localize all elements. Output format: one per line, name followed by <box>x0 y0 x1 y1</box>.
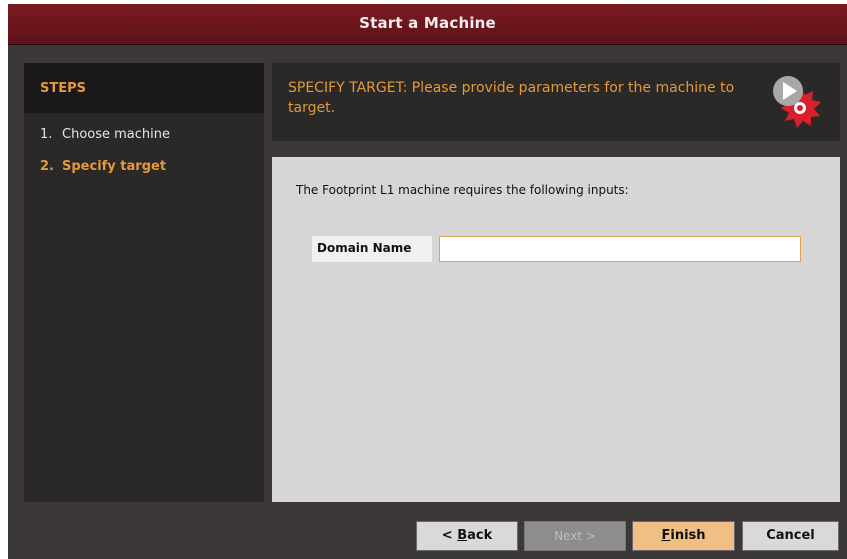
step-number: 2. <box>40 159 54 174</box>
domain-name-input[interactable] <box>439 236 801 262</box>
back-button-rest: ack <box>467 528 493 543</box>
banner-text: SPECIFY TARGET: Please provide parameter… <box>288 80 735 116</box>
step-number: 1. <box>40 127 53 142</box>
back-button[interactable]: < Back <box>416 521 518 551</box>
play-gear-logo-icon <box>770 71 822 131</box>
step-label: Specify target <box>62 159 167 174</box>
finish-button-rest: inish <box>670 528 706 543</box>
domain-name-label: Domain Name <box>312 236 432 262</box>
step-choose-machine: 1. Choose machine <box>40 127 170 142</box>
step-specify-target: 2. Specify target <box>40 159 166 174</box>
next-button[interactable]: Next > <box>524 521 626 551</box>
finish-button[interactable]: Finish <box>632 521 735 551</box>
steps-title: STEPS <box>40 81 87 96</box>
content-panel: The Footprint L1 machine requires the fo… <box>272 157 840 502</box>
inputs-intro: The Footprint L1 machine requires the fo… <box>296 183 629 197</box>
dialog-title: Start a Machine <box>359 14 496 32</box>
button-bar: < Back Next > Finish Cancel <box>8 511 847 559</box>
back-button-prefix: < <box>441 528 458 543</box>
steps-header: STEPS <box>24 63 264 113</box>
start-machine-dialog: Start a Machine STEPS 1. Choose machine 2… <box>8 4 847 559</box>
step-banner: SPECIFY TARGET: Please provide parameter… <box>272 63 840 141</box>
back-button-mnemonic: B <box>457 528 468 543</box>
cancel-button[interactable]: Cancel <box>742 521 839 551</box>
step-label: Choose machine <box>62 127 170 142</box>
title-bar[interactable]: Start a Machine <box>8 4 847 45</box>
steps-panel: STEPS 1. Choose machine 2. Specify target <box>24 63 264 502</box>
